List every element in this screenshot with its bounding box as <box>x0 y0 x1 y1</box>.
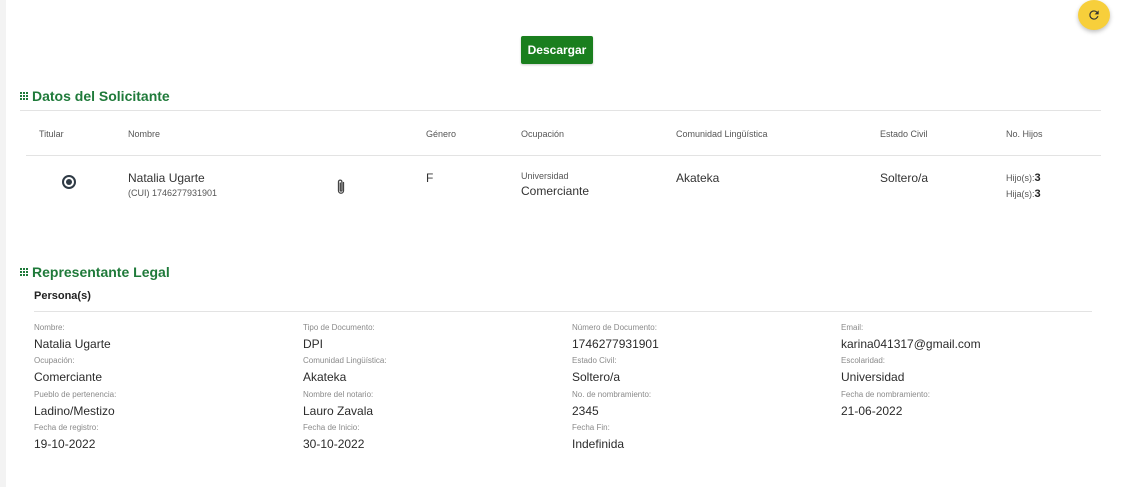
label-estado-civil: Estado Civil: <box>572 356 617 365</box>
value-email: karina041317@gmail.com <box>841 337 981 351</box>
applicant-name: Natalia Ugarte <box>128 171 205 185</box>
sons-count: Hijo(s):3 <box>1006 172 1041 184</box>
label-tipo-documento: Tipo de Documento: <box>303 323 375 332</box>
legal-rep-section-title: Representante Legal <box>20 264 170 280</box>
value-fecha-registro: 19-10-2022 <box>34 437 96 451</box>
applicant-cui: (CUI) 1746277931901 <box>128 188 218 198</box>
value-no-nombramiento: 2345 <box>572 404 599 418</box>
value-fecha-inicio: 30-10-2022 <box>303 437 365 451</box>
applicant-occupation: Comerciante <box>521 184 590 198</box>
header-no-hijos: No. Hijos <box>1006 129 1043 139</box>
label-email: Email: <box>841 323 864 332</box>
left-border <box>0 0 6 487</box>
label-ocupacion: Ocupación: <box>34 356 75 365</box>
label-pueblo: Pueblo de pertenencia: <box>34 390 117 399</box>
header-nombre: Nombre <box>128 129 161 139</box>
applicant-education: Universidad <box>521 171 569 181</box>
refresh-icon <box>1089 10 1099 20</box>
label-fecha-registro: Fecha de registro: <box>34 423 99 432</box>
grid-icon <box>20 268 28 276</box>
value-nombre: Natalia Ugarte <box>34 337 111 351</box>
label-fecha-nombramiento: Fecha de nombramiento: <box>841 390 930 399</box>
label-fecha-fin: Fecha Fin: <box>572 423 610 432</box>
grid-icon <box>20 92 28 100</box>
value-numero-documento: 1746277931901 <box>572 337 659 351</box>
value-fecha-nombramiento: 21-06-2022 <box>841 404 903 418</box>
daughters-count: Hija(s):3 <box>1006 188 1041 200</box>
value-ocupacion: Comerciante <box>34 370 103 384</box>
label-no-nombramiento: No. de nombramiento: <box>572 390 652 399</box>
paperclip-icon[interactable] <box>335 178 347 201</box>
header-genero: Género <box>426 129 457 139</box>
label-nombre: Nombre: <box>34 323 65 332</box>
applicant-section-title: Datos del Solicitante <box>20 88 170 104</box>
value-fecha-fin: Indefinida <box>572 437 625 451</box>
download-button[interactable]: Descargar <box>521 36 593 64</box>
label-escolaridad: Escolaridad: <box>841 356 886 365</box>
titular-radio[interactable] <box>62 175 76 189</box>
value-escolaridad: Universidad <box>841 370 905 384</box>
value-estado-civil: Soltero/a <box>572 370 621 384</box>
value-comunidad: Akateka <box>303 370 347 384</box>
divider <box>34 311 1092 312</box>
header-comunidad: Comunidad Lingüística <box>676 129 768 139</box>
value-pueblo: Ladino/Mestizo <box>34 404 115 418</box>
table-header-divider <box>26 155 1101 156</box>
value-tipo-documento: DPI <box>303 337 324 351</box>
applicant-civil-status: Soltero/a <box>880 171 929 185</box>
label-comunidad: Comunidad Lingüística: <box>303 356 387 365</box>
divider <box>20 110 1101 111</box>
applicant-gender: F <box>426 171 434 185</box>
header-ocupacion: Ocupación <box>521 129 565 139</box>
label-numero-documento: Número de Documento: <box>572 323 657 332</box>
header-titular: Titular <box>39 129 64 139</box>
refresh-button[interactable] <box>1078 0 1110 30</box>
label-notario: Nombre del notario: <box>303 390 374 399</box>
value-notario: Lauro Zavala <box>303 404 374 418</box>
header-estado-civil: Estado Civil <box>880 129 928 139</box>
legal-rep-subtitle: Persona(s) <box>34 290 91 302</box>
applicant-community: Akateka <box>676 171 720 185</box>
label-fecha-inicio: Fecha de Inicio: <box>303 423 360 432</box>
